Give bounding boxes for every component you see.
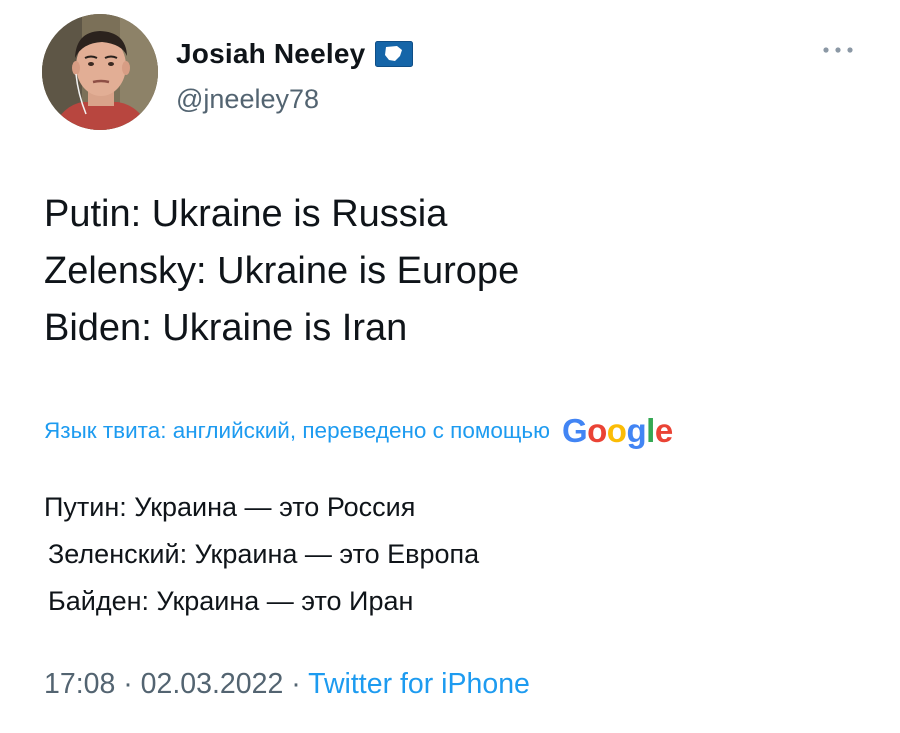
flag-icon — [375, 41, 414, 67]
tweet-date[interactable]: 02.03.2022 — [141, 668, 284, 700]
author-name-row: Josiah Neeley — [176, 38, 414, 70]
tweet-line: Biden: Ukraine is Iran — [44, 307, 408, 349]
translated-line: Путин: Украина — это Россия — [44, 492, 416, 522]
translation-label[interactable]: Язык твита: английский, переведено с пом… — [44, 418, 550, 444]
author-handle[interactable]: @jneeley78 — [176, 84, 319, 115]
translated-line: Зеленский: Украина — это Европа — [48, 539, 480, 569]
meta-separator: · — [123, 668, 133, 700]
tweet-meta: 17:08 · 02.03.2022 · Twitter for iPhone — [44, 668, 530, 701]
tweet-header: Josiah Neeley @jneeley78 — [42, 14, 862, 130]
more-horizontal-icon[interactable] — [820, 42, 856, 58]
google-logo: Google — [561, 412, 673, 449]
tweet-text: Putin: Ukraine is Russia Zelensky: Ukrai… — [44, 186, 519, 357]
avatar-photo — [42, 14, 158, 130]
meta-separator: · — [291, 668, 301, 700]
tweet-line: Putin: Ukraine is Russia — [44, 193, 448, 235]
avatar[interactable] — [42, 14, 158, 130]
tweet-source[interactable]: Twitter for iPhone — [308, 668, 530, 700]
translation-attribution[interactable]: Язык твита: английский, переведено с пом… — [44, 414, 673, 447]
tweet-time[interactable]: 17:08 — [44, 668, 115, 700]
translated-line: Байден: Украина — это Иран — [48, 586, 414, 616]
author-display-name[interactable]: Josiah Neeley — [176, 38, 365, 70]
tweet-line: Zelensky: Ukraine is Europe — [44, 250, 520, 292]
translated-text: Путин: Украина — это Россия Зеленский: У… — [44, 484, 479, 625]
